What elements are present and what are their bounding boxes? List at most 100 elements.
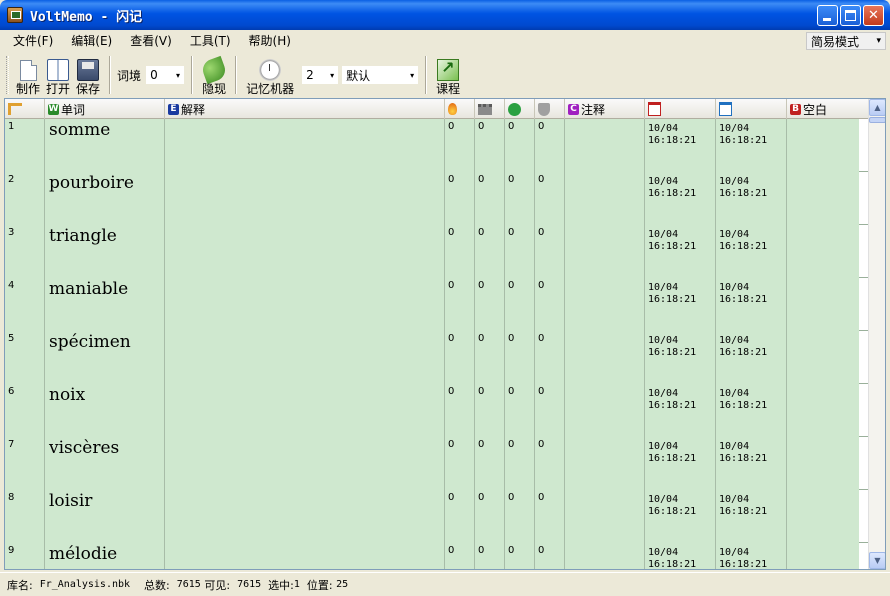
word-cell[interactable]: triangle (45, 225, 165, 278)
note-cell[interactable] (565, 172, 645, 225)
stat-cell[interactable]: 0 (535, 172, 565, 225)
stat-cell[interactable]: 0 (535, 119, 565, 172)
stat-cell[interactable]: 0 (505, 225, 535, 278)
explain-cell[interactable] (165, 278, 445, 331)
memory-machine-button[interactable]: 记忆机器 (243, 54, 297, 96)
stat-cell[interactable]: 0 (535, 543, 565, 569)
note-cell[interactable] (565, 490, 645, 543)
blank-cell[interactable] (787, 543, 859, 569)
preset-select[interactable]: 默认 ▾ (341, 65, 420, 85)
date-due-cell[interactable]: 10/04 16:18:21 (645, 119, 716, 172)
word-cell[interactable]: mélodie (45, 543, 165, 569)
note-cell[interactable] (565, 384, 645, 437)
note-cell[interactable] (565, 119, 645, 172)
table-row[interactable]: 2 pourboire 0 0 0 0 10/04 16:18:21 10/04 16:18:21 (5, 172, 869, 225)
row-number[interactable]: 7 (5, 437, 45, 490)
col-header-date-due[interactable] (645, 99, 716, 119)
blank-cell[interactable] (787, 225, 859, 278)
reveal-button[interactable]: 隐现 (199, 54, 229, 96)
explain-cell[interactable] (165, 331, 445, 384)
blank-cell[interactable] (787, 172, 859, 225)
word-cell[interactable]: viscères (45, 437, 165, 490)
date-done-cell[interactable]: 10/04 16:18:21 (716, 384, 787, 437)
stat-cell[interactable]: 0 (445, 384, 475, 437)
stat-cell[interactable]: 0 (505, 172, 535, 225)
explain-cell[interactable] (165, 119, 445, 172)
stat-cell[interactable]: 0 (505, 490, 535, 543)
word-cell[interactable]: loisir (45, 490, 165, 543)
note-cell[interactable] (565, 543, 645, 569)
stat-cell[interactable]: 0 (475, 384, 505, 437)
menu-view[interactable]: 查看(V) (121, 30, 181, 52)
date-due-cell[interactable]: 10/04 16:18:21 (645, 225, 716, 278)
stat-cell[interactable]: 0 (535, 331, 565, 384)
table-row[interactable]: 5 spécimen 0 0 0 0 10/04 16:18:21 10/04 16:18:21 (5, 331, 869, 384)
scroll-down-button[interactable]: ▼ (869, 552, 885, 569)
row-number[interactable]: 6 (5, 384, 45, 437)
menu-file[interactable]: 文件(F) (4, 30, 62, 52)
machine-select[interactable]: 2 ▾ (301, 65, 340, 85)
stat-cell[interactable]: 0 (445, 119, 475, 172)
explain-cell[interactable] (165, 172, 445, 225)
word-cell[interactable]: spécimen (45, 331, 165, 384)
note-cell[interactable] (565, 225, 645, 278)
date-done-cell[interactable]: 10/04 16:18:21 (716, 331, 787, 384)
blank-cell[interactable] (787, 331, 859, 384)
stat-cell[interactable]: 0 (505, 437, 535, 490)
col-header-shield[interactable] (535, 99, 565, 119)
stat-cell[interactable]: 0 (445, 278, 475, 331)
row-number[interactable]: 8 (5, 490, 45, 543)
word-cell[interactable]: pourboire (45, 172, 165, 225)
col-header-castle[interactable] (475, 99, 505, 119)
stat-cell[interactable]: 0 (475, 225, 505, 278)
menu-edit[interactable]: 编辑(E) (62, 30, 121, 52)
blank-cell[interactable] (787, 278, 859, 331)
note-cell[interactable] (565, 437, 645, 490)
explain-cell[interactable] (165, 225, 445, 278)
date-done-cell[interactable]: 10/04 16:18:21 (716, 278, 787, 331)
stat-cell[interactable]: 0 (475, 119, 505, 172)
col-header-flame[interactable] (445, 99, 475, 119)
save-button[interactable]: 保存 (73, 54, 103, 96)
date-done-cell[interactable]: 10/04 16:18:21 (716, 172, 787, 225)
stat-cell[interactable]: 0 (445, 225, 475, 278)
row-number[interactable]: 2 (5, 172, 45, 225)
col-header-note[interactable]: C 注释 (565, 99, 645, 119)
scroll-up-button[interactable]: ▲ (869, 99, 885, 116)
date-done-cell[interactable]: 10/04 16:18:21 (716, 490, 787, 543)
stat-cell[interactable]: 0 (475, 490, 505, 543)
toolbar-grip[interactable] (6, 56, 9, 94)
col-header-word[interactable]: W 单词 (45, 99, 165, 119)
date-due-cell[interactable]: 10/04 16:18:21 (645, 172, 716, 225)
stat-cell[interactable]: 0 (535, 490, 565, 543)
date-due-cell[interactable]: 10/04 16:18:21 (645, 278, 716, 331)
word-grid[interactable]: W 单词 E 解释 C 注释 B 空白 1 somme 0 0 0 0 10/0… (4, 98, 886, 570)
context-select[interactable]: 0 ▾ (145, 65, 186, 85)
stat-cell[interactable]: 0 (535, 384, 565, 437)
col-header-number[interactable] (5, 99, 45, 119)
row-number[interactable]: 5 (5, 331, 45, 384)
menu-tools[interactable]: 工具(T) (181, 30, 240, 52)
date-due-cell[interactable]: 10/04 16:18:21 (645, 331, 716, 384)
row-number[interactable]: 9 (5, 543, 45, 569)
table-row[interactable]: 6 noix 0 0 0 0 10/04 16:18:21 10/04 16:18:21 (5, 384, 869, 437)
stat-cell[interactable]: 0 (445, 331, 475, 384)
note-cell[interactable] (565, 278, 645, 331)
minimize-button[interactable] (817, 5, 838, 26)
row-number[interactable]: 4 (5, 278, 45, 331)
col-header-date-done[interactable] (716, 99, 787, 119)
stat-cell[interactable]: 0 (505, 543, 535, 569)
stat-cell[interactable]: 0 (445, 437, 475, 490)
scroll-thumb[interactable] (869, 117, 885, 123)
table-row[interactable]: 7 viscères 0 0 0 0 10/04 16:18:21 10/04 16:18:21 (5, 437, 869, 490)
stat-cell[interactable]: 0 (505, 384, 535, 437)
stat-cell[interactable]: 0 (445, 543, 475, 569)
close-button[interactable]: ✕ (863, 5, 884, 26)
explain-cell[interactable] (165, 490, 445, 543)
date-done-cell[interactable]: 10/04 16:18:21 (716, 543, 787, 569)
word-cell[interactable]: maniable (45, 278, 165, 331)
date-due-cell[interactable]: 10/04 16:18:21 (645, 437, 716, 490)
vertical-scrollbar[interactable]: ▲ ▼ (868, 99, 885, 569)
explain-cell[interactable] (165, 437, 445, 490)
blank-cell[interactable] (787, 384, 859, 437)
